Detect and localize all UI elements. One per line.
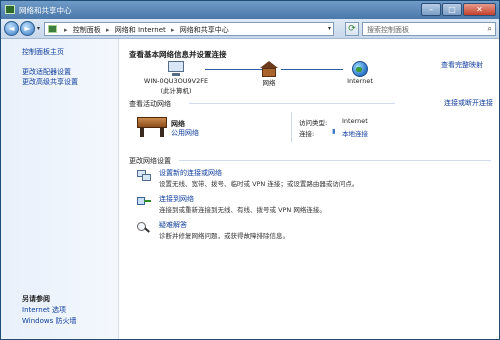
local-connection-link[interactable]: 本地连接: [342, 128, 368, 138]
network-sharing-window: 网络和共享中心 – □ ✕ ◄ ► ▾ ▸ 控制面板 ▸ 网络和 Interne…: [0, 0, 500, 340]
map-node-network[interactable]: 网络: [249, 61, 289, 87]
connect-to-network-link[interactable]: 连接到网络: [159, 194, 194, 204]
internet-node-label: Internet: [347, 77, 373, 85]
vertical-divider: [291, 112, 292, 142]
close-button[interactable]: ✕: [463, 3, 496, 16]
chevron-right-icon[interactable]: ▸: [64, 26, 68, 34]
troubleshoot-link[interactable]: 疑难解答: [159, 220, 187, 230]
task-sidebar: 控制面板主页 更改适配器设置 更改高级共享设置 另请参阅 Internet 选项…: [1, 39, 119, 339]
setup-new-connection-desc: 设置无线、宽带、拨号、临时或 VPN 连接；或设置路由器或访问点。: [159, 180, 359, 188]
address-bar[interactable]: ▸ 控制面板 ▸ 网络和 Internet ▸ 网络和共享中心 ▾: [44, 22, 334, 36]
page-title: 查看基本网络信息并设置连接: [129, 50, 227, 59]
sidebar-link-advanced-sharing[interactable]: 更改高级共享设置: [22, 77, 78, 87]
search-input[interactable]: 搜索控制面板 ⌕: [362, 22, 496, 36]
breadcrumb: ▸ 控制面板 ▸ 网络和 Internet ▸ 网络和共享中心: [61, 25, 229, 35]
connections-label: 连接:: [299, 130, 315, 138]
maximize-button[interactable]: □: [442, 3, 462, 16]
new-connection-icon: [137, 170, 151, 182]
sidebar-link-adapter-settings[interactable]: 更改适配器设置: [22, 67, 71, 77]
search-icon[interactable]: ⌕: [488, 24, 492, 34]
computer-sub: (此计算机): [160, 87, 192, 95]
map-node-computer[interactable]: WIN-0QU3OU9V2FE (此计算机): [141, 61, 211, 95]
back-button[interactable]: ◄: [4, 21, 19, 36]
globe-icon: [352, 61, 368, 77]
main-content: 查看基本网络信息并设置连接 查看完整映射 WIN-0QU3OU9V2FE (此计…: [119, 39, 499, 339]
recent-pages-dropdown-icon[interactable]: ▾: [37, 25, 40, 32]
title-bar[interactable]: 网络和共享中心 – □ ✕: [1, 1, 499, 19]
network-type-link[interactable]: 公用网络: [171, 128, 199, 138]
chevron-right-icon[interactable]: ▸: [171, 26, 175, 34]
chevron-right-icon[interactable]: ▸: [106, 26, 110, 34]
network-bench-icon[interactable]: [137, 117, 167, 137]
search-placeholder: 搜索控制面板: [367, 26, 409, 34]
computer-icon: [166, 61, 186, 77]
map-link-line: [281, 69, 343, 70]
control-panel-icon: [48, 25, 57, 33]
network-bench-icon: [260, 61, 278, 77]
troubleshoot-icon: [137, 222, 151, 234]
view-full-map-link[interactable]: 查看完整映射: [441, 60, 483, 70]
breadcrumb-network-sharing[interactable]: 网络和共享中心: [180, 26, 229, 34]
active-networks-heading: 查看活动网络: [129, 100, 171, 108]
minimize-button[interactable]: –: [421, 3, 441, 16]
address-dropdown-icon[interactable]: ▾: [328, 25, 331, 32]
access-type-value: Internet: [342, 117, 368, 125]
address-toolbar: ◄ ► ▾ ▸ 控制面板 ▸ 网络和 Internet ▸ 网络和共享中心 ▾ …: [1, 19, 499, 39]
sidebar-link-windows-firewall[interactable]: Windows 防火墙: [22, 316, 76, 326]
section-divider: [179, 160, 491, 161]
computer-name: WIN-0QU3OU9V2FE: [143, 77, 209, 85]
connect-to-network-desc: 连接到或重新连接到无线、有线、拨号或 VPN 网络连接。: [159, 206, 326, 214]
map-node-internet[interactable]: Internet: [339, 61, 381, 85]
breadcrumb-control-panel[interactable]: 控制面板: [73, 26, 101, 34]
section-divider: [189, 103, 395, 104]
breadcrumb-network-internet[interactable]: 网络和 Internet: [115, 26, 166, 34]
lan-connection-icon: ▮: [332, 127, 336, 135]
forward-button[interactable]: ►: [20, 21, 35, 36]
refresh-button[interactable]: ⟳: [345, 22, 359, 36]
connect-disconnect-link[interactable]: 连接或断开连接: [444, 98, 493, 108]
access-type-label: 访问类型:: [299, 119, 328, 127]
network-node-label: 网络: [262, 79, 276, 87]
sidebar-link-internet-options[interactable]: Internet 选项: [22, 305, 66, 315]
troubleshoot-desc: 诊断并修复网络问题，或获得故障排除信息。: [159, 232, 289, 240]
connect-network-icon: [137, 196, 151, 208]
network-center-icon: [5, 5, 15, 14]
setup-new-connection-link[interactable]: 设置新的连接或网络: [159, 168, 222, 178]
change-settings-heading: 更改网络设置: [129, 157, 171, 165]
see-also-heading: 另请参阅: [22, 295, 50, 303]
sidebar-link-control-panel-home[interactable]: 控制面板主页: [22, 47, 64, 57]
window-title: 网络和共享中心: [19, 6, 72, 15]
